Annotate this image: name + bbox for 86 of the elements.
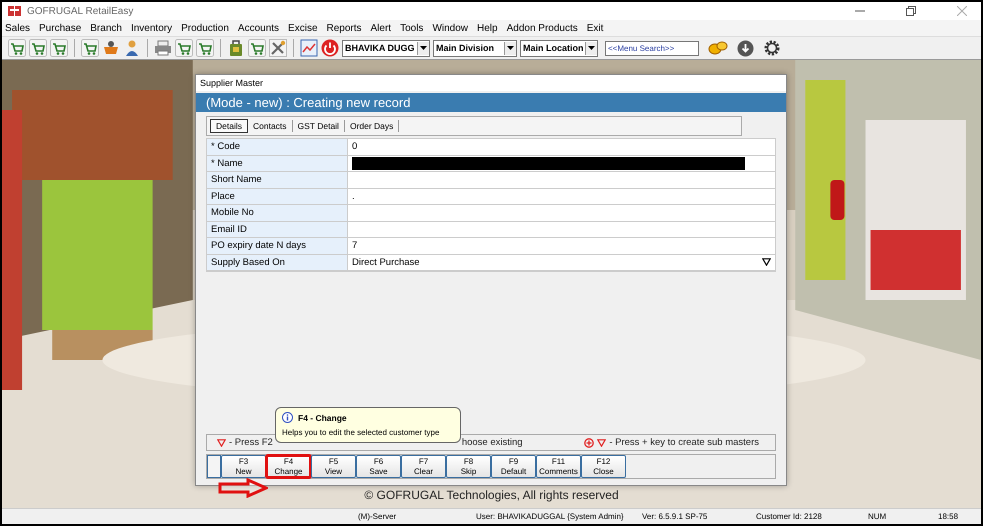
field-label: Place xyxy=(207,188,348,204)
dialog-title: Supplier Master xyxy=(196,75,786,91)
function-key-button[interactable]: F9 Default xyxy=(491,455,536,478)
mode-header: (Mode - new) : Creating new record xyxy=(196,93,786,112)
tab[interactable]: Contacts xyxy=(248,120,293,132)
tab[interactable]: Details xyxy=(210,119,248,133)
field-label: PO expiry date N days xyxy=(207,238,348,254)
input-field[interactable]: 0 xyxy=(348,139,775,154)
menu-item[interactable]: Purchase xyxy=(39,22,82,34)
power-icon[interactable] xyxy=(321,39,339,57)
basket-icon[interactable] xyxy=(102,39,120,57)
cart-icon[interactable] xyxy=(248,39,266,57)
dropdown-icon xyxy=(762,258,771,266)
cart-icon[interactable] xyxy=(175,39,193,57)
menu-item[interactable]: Alert xyxy=(370,22,392,34)
function-key-button[interactable]: F6 Save xyxy=(356,455,401,478)
function-key-button[interactable]: F7 Clear xyxy=(401,455,446,478)
settings-icon[interactable] xyxy=(763,39,781,57)
field-label: Email ID xyxy=(207,222,348,237)
status-text: NUM xyxy=(868,512,886,521)
supply-dropdown[interactable]: Direct Purchase xyxy=(348,254,775,270)
plus-icon xyxy=(584,438,594,448)
caret-icon xyxy=(420,46,427,50)
selector-dropdown[interactable]: Main Location xyxy=(520,40,598,56)
cart-icon[interactable] xyxy=(50,39,68,57)
menu-item[interactable]: Accounts xyxy=(238,22,280,34)
key-button[interactable] xyxy=(207,455,221,478)
menu-item[interactable]: Exit xyxy=(586,22,604,34)
status-text: 18:58 xyxy=(938,512,958,521)
function-key-button[interactable]: F3 New xyxy=(221,455,266,478)
menu-item[interactable]: Tools xyxy=(400,22,424,34)
tooltip-title: F4 - Change xyxy=(298,412,347,422)
field-label: Supply Based On xyxy=(207,254,348,270)
menu-item[interactable]: Excise xyxy=(288,22,318,34)
app-logo-icon xyxy=(8,5,22,17)
cart-icon[interactable] xyxy=(29,39,47,57)
window-title: GOFRUGAL RetailEasy xyxy=(27,6,134,16)
tab[interactable]: Order Days xyxy=(344,120,400,132)
selector-dropdown[interactable]: BHAVIKA DUGG xyxy=(342,40,430,56)
function-key-button[interactable]: F12 Close xyxy=(581,455,626,478)
status-text: Customer Id: 2128 xyxy=(756,512,822,521)
annotation-arrow xyxy=(218,478,268,498)
hint-text: - Press + key to create sub masters xyxy=(609,437,759,448)
hint-text: - Press F2 xyxy=(229,437,273,448)
selector-dropdown[interactable]: Main Division xyxy=(433,40,517,56)
cart-icon[interactable] xyxy=(81,39,99,57)
status-text: User: BHAVIKADUGGAL {System Admin} xyxy=(476,512,624,521)
status-text: Ver: 6.5.9.1 SP-75 xyxy=(642,512,708,521)
field-label: * Code xyxy=(207,139,348,154)
printer-icon[interactable] xyxy=(154,39,172,57)
info-icon xyxy=(282,412,293,423)
menu-item[interactable]: Window xyxy=(432,22,468,34)
menu-item[interactable]: Addon Products xyxy=(506,22,578,34)
field-label: * Name xyxy=(207,156,348,171)
function-key-button[interactable]: F11 Comments xyxy=(536,455,581,478)
menu-item[interactable]: Sales xyxy=(5,22,30,34)
chat-bubbles-icon[interactable] xyxy=(708,40,728,56)
bag-icon[interactable] xyxy=(227,39,245,57)
menu-item[interactable]: Branch xyxy=(90,22,122,34)
field-label: Short Name xyxy=(207,172,348,188)
menu-search-field[interactable]: <<Menu Search>> xyxy=(605,40,699,56)
cart-icon[interactable] xyxy=(8,39,26,57)
function-key-button[interactable]: F4 Change xyxy=(266,455,311,478)
download-icon[interactable] xyxy=(737,40,754,56)
function-key-button[interactable]: F8 Skip xyxy=(446,455,491,478)
input-field[interactable]: 7 xyxy=(348,238,775,254)
menu-item[interactable]: Help xyxy=(477,22,498,34)
person-icon[interactable] xyxy=(123,39,141,57)
hint-text: hoose existing xyxy=(462,437,523,448)
caret-icon xyxy=(507,46,514,50)
field-label: Mobile No xyxy=(207,205,348,220)
function-key-button[interactable]: F5 View xyxy=(311,455,356,478)
dropdown-icon xyxy=(217,438,226,446)
copyright-text: © GOFRUGAL Technologies, All rights reserved xyxy=(363,488,620,502)
dropdown-icon xyxy=(597,438,606,446)
menu-item[interactable]: Production xyxy=(181,22,229,34)
chart-icon[interactable] xyxy=(300,39,318,57)
caret-icon xyxy=(588,46,595,50)
input-field[interactable]: . xyxy=(348,188,775,204)
tab[interactable]: GST Detail xyxy=(292,120,345,132)
menu-item[interactable]: Inventory xyxy=(130,22,172,34)
restore-icon[interactable] xyxy=(906,6,916,16)
cart-icon[interactable] xyxy=(196,39,214,57)
status-text: (M)-Server xyxy=(358,512,396,521)
tooltip-text: Helps you to edit the selected customer type xyxy=(282,428,440,437)
menu-item[interactable]: Reports xyxy=(326,22,362,34)
